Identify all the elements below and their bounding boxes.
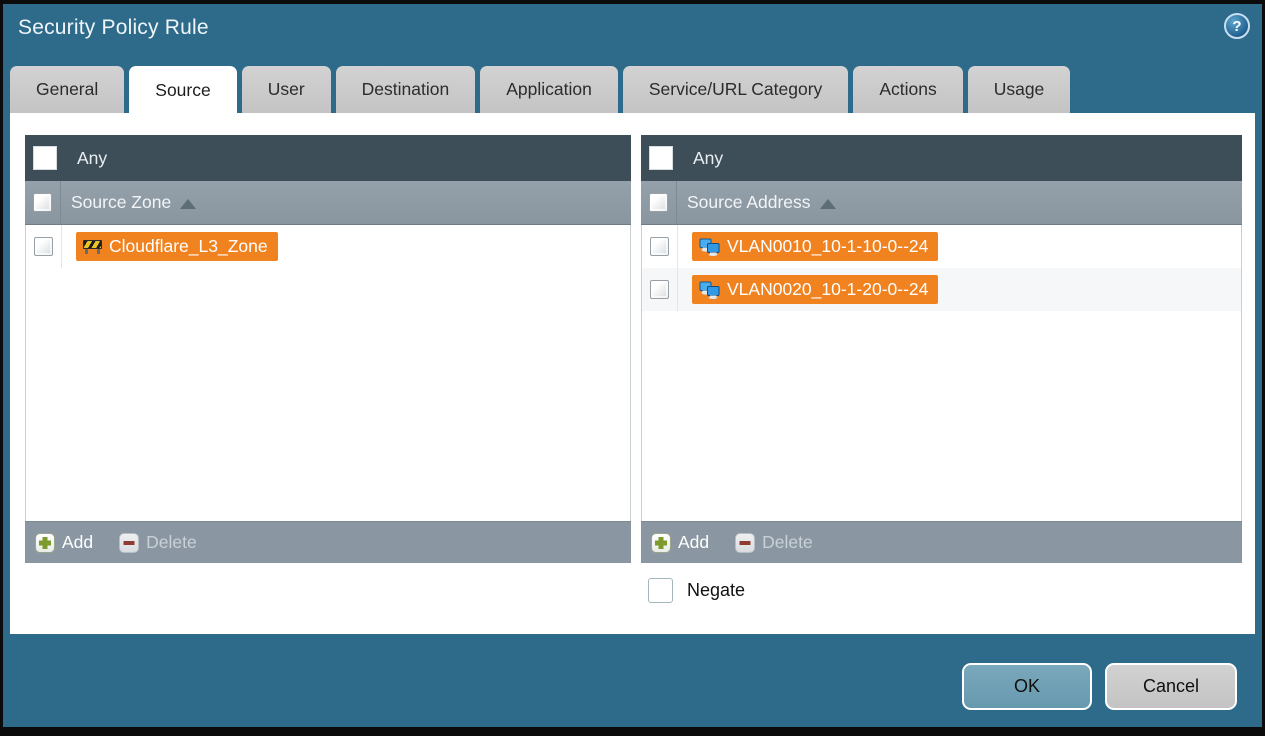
- help-icon[interactable]: ?: [1224, 13, 1250, 39]
- source-address-list: VLAN0010_10-1-10-0--24 VLAN0020_10-1-20-…: [641, 225, 1242, 521]
- table-row[interactable]: VLAN0020_10-1-20-0--24: [642, 268, 1241, 311]
- row-checkbox[interactable]: [650, 237, 669, 256]
- source-zone-selectall-checkbox[interactable]: [33, 193, 52, 212]
- table-row[interactable]: VLAN0010_10-1-10-0--24: [642, 225, 1241, 268]
- source-zone-footer: Add Delete: [25, 521, 631, 563]
- cancel-button[interactable]: Cancel: [1105, 663, 1237, 710]
- source-tab-content: Any Source Zone Cloudflare_L3_Zone Add D…: [10, 113, 1255, 634]
- tab-bar: General Source User Destination Applicat…: [10, 66, 1071, 115]
- tab-usage[interactable]: Usage: [967, 66, 1071, 113]
- negate-checkbox[interactable]: [648, 578, 673, 603]
- source-zone-any-row: Any: [25, 135, 631, 181]
- add-label: Add: [62, 532, 94, 552]
- ok-button[interactable]: OK: [962, 663, 1092, 710]
- tab-general[interactable]: General: [10, 66, 125, 113]
- sort-asc-icon: [819, 198, 836, 209]
- tab-user[interactable]: User: [241, 66, 331, 113]
- tab-service-url-category[interactable]: Service/URL Category: [622, 66, 849, 113]
- source-zone-any-label: Any: [77, 147, 108, 168]
- negate-control: Negate: [648, 578, 745, 603]
- source-address-footer: Add Delete: [641, 521, 1242, 563]
- source-zone-any-checkbox[interactable]: [33, 146, 57, 170]
- row-label: Cloudflare_L3_Zone: [109, 236, 268, 256]
- plus-icon: [35, 532, 55, 553]
- tab-source[interactable]: Source: [129, 66, 237, 115]
- address-icon: [699, 281, 720, 299]
- dialog-title: Security Policy Rule: [18, 16, 209, 39]
- source-address-column-title: Source Address: [687, 192, 811, 212]
- row-checkbox[interactable]: [650, 280, 669, 299]
- tab-application[interactable]: Application: [480, 66, 618, 113]
- address-icon: [699, 238, 720, 256]
- source-address-any-checkbox[interactable]: [649, 146, 673, 170]
- row-label: VLAN0020_10-1-20-0--24: [727, 279, 929, 299]
- tab-destination[interactable]: Destination: [335, 66, 476, 113]
- sort-asc-icon: [180, 198, 197, 209]
- add-button[interactable]: Add: [35, 532, 93, 553]
- tab-actions[interactable]: Actions: [853, 66, 963, 113]
- dialog-titlebar: Security Policy Rule ?: [0, 0, 1265, 66]
- delete-label: Delete: [762, 532, 813, 552]
- table-row[interactable]: Cloudflare_L3_Zone: [26, 225, 630, 268]
- source-zone-column-title: Source Zone: [71, 192, 172, 212]
- negate-label: Negate: [687, 580, 746, 600]
- row-checkbox[interactable]: [34, 237, 53, 256]
- zone-icon: [83, 239, 102, 254]
- source-zone-column-header[interactable]: Source Zone: [25, 181, 631, 225]
- source-zone-list: Cloudflare_L3_Zone: [25, 225, 631, 521]
- security-policy-rule-dialog: Security Policy Rule ? General Source Us…: [0, 0, 1265, 736]
- plus-icon: [651, 532, 671, 553]
- address-chip[interactable]: VLAN0020_10-1-20-0--24: [692, 275, 939, 304]
- delete-button[interactable]: Delete: [735, 532, 813, 553]
- minus-icon: [735, 532, 756, 553]
- source-address-selectall-checkbox[interactable]: [649, 193, 668, 212]
- source-address-any-row: Any: [641, 135, 1242, 181]
- source-address-panel: Any Source Address VLAN0010_10-1-10-0--2…: [641, 135, 1242, 563]
- source-address-any-label: Any: [693, 147, 724, 168]
- zone-chip[interactable]: Cloudflare_L3_Zone: [76, 232, 278, 261]
- delete-button[interactable]: Delete: [119, 532, 197, 553]
- delete-label: Delete: [146, 532, 197, 552]
- minus-icon: [119, 532, 140, 553]
- source-address-column-header[interactable]: Source Address: [641, 181, 1242, 225]
- source-zone-panel: Any Source Zone Cloudflare_L3_Zone Add D…: [25, 135, 631, 563]
- row-label: VLAN0010_10-1-10-0--24: [727, 236, 929, 256]
- add-label: Add: [678, 532, 710, 552]
- add-button[interactable]: Add: [651, 532, 709, 553]
- address-chip[interactable]: VLAN0010_10-1-10-0--24: [692, 232, 939, 261]
